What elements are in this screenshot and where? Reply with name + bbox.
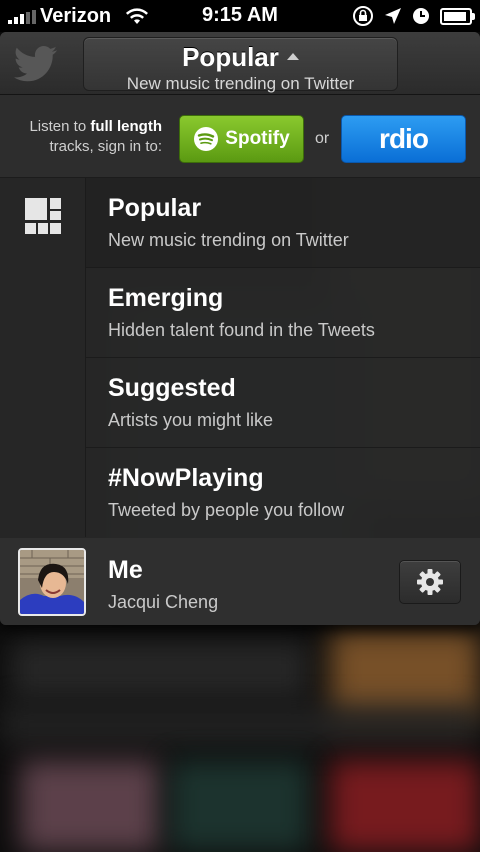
alarm-clock-icon <box>412 7 430 25</box>
rotation-lock-icon <box>352 5 374 27</box>
menu-item-nowplaying[interactable]: #NowPlaying Tweeted by people you follow <box>85 448 480 537</box>
menu-item-subtitle: Tweeted by people you follow <box>108 500 345 520</box>
page-subtitle: New music trending on Twitter <box>126 74 355 93</box>
menu-item-title: Suggested <box>108 374 236 402</box>
signin-label: Listen to full length tracks, sign in to: <box>29 118 162 155</box>
menu-item-subtitle: New music trending on Twitter <box>108 230 349 250</box>
avatar <box>18 548 86 616</box>
menu-item-title: #NowPlaying <box>108 464 264 492</box>
rdio-label: rdio <box>379 123 429 154</box>
menu-item-title: Popular <box>108 194 202 222</box>
battery-icon <box>440 7 475 25</box>
grid-icon <box>25 198 61 234</box>
menu-item-emerging[interactable]: Emerging Hidden talent found in the Twee… <box>85 268 480 358</box>
twitter-bird-icon[interactable] <box>8 42 64 86</box>
section-switcher-button[interactable]: Popular New music trending on Twitter <box>83 37 398 93</box>
location-arrow-icon <box>384 7 402 25</box>
menu-item-title: Emerging <box>108 284 224 312</box>
me-title: Me <box>108 556 143 584</box>
section-menu: Popular New music trending on Twitter Em… <box>85 178 480 537</box>
caret-up-icon <box>286 52 299 60</box>
spotify-label: Spotify <box>225 128 290 149</box>
header-bar: Popular New music trending on Twitter <box>0 32 480 95</box>
page-title: Popular <box>84 42 397 73</box>
spotify-logo-icon <box>193 126 219 152</box>
settings-button[interactable] <box>399 560 461 604</box>
signin-bar: Listen to full length tracks, sign in to:… <box>0 95 480 178</box>
me-row[interactable]: Me Jacqui Cheng <box>0 538 480 625</box>
menu-item-subtitle: Artists you might like <box>108 410 274 430</box>
rdio-signin-button[interactable]: rdio <box>341 115 466 163</box>
spotify-signin-button[interactable]: Spotify <box>179 115 304 163</box>
menu-item-popular[interactable]: Popular New music trending on Twitter <box>85 178 480 268</box>
gear-icon <box>416 568 444 596</box>
menu-item-subtitle: Hidden talent found in the Tweets <box>108 320 375 340</box>
or-label: or <box>315 130 330 147</box>
menu-item-suggested[interactable]: Suggested Artists you might like <box>85 358 480 448</box>
me-name: Jacqui Cheng <box>108 592 219 612</box>
navigation-panel: Popular New music trending on Twitter Li… <box>0 32 480 625</box>
status-bar: Verizon 9:15 AM <box>0 0 480 32</box>
